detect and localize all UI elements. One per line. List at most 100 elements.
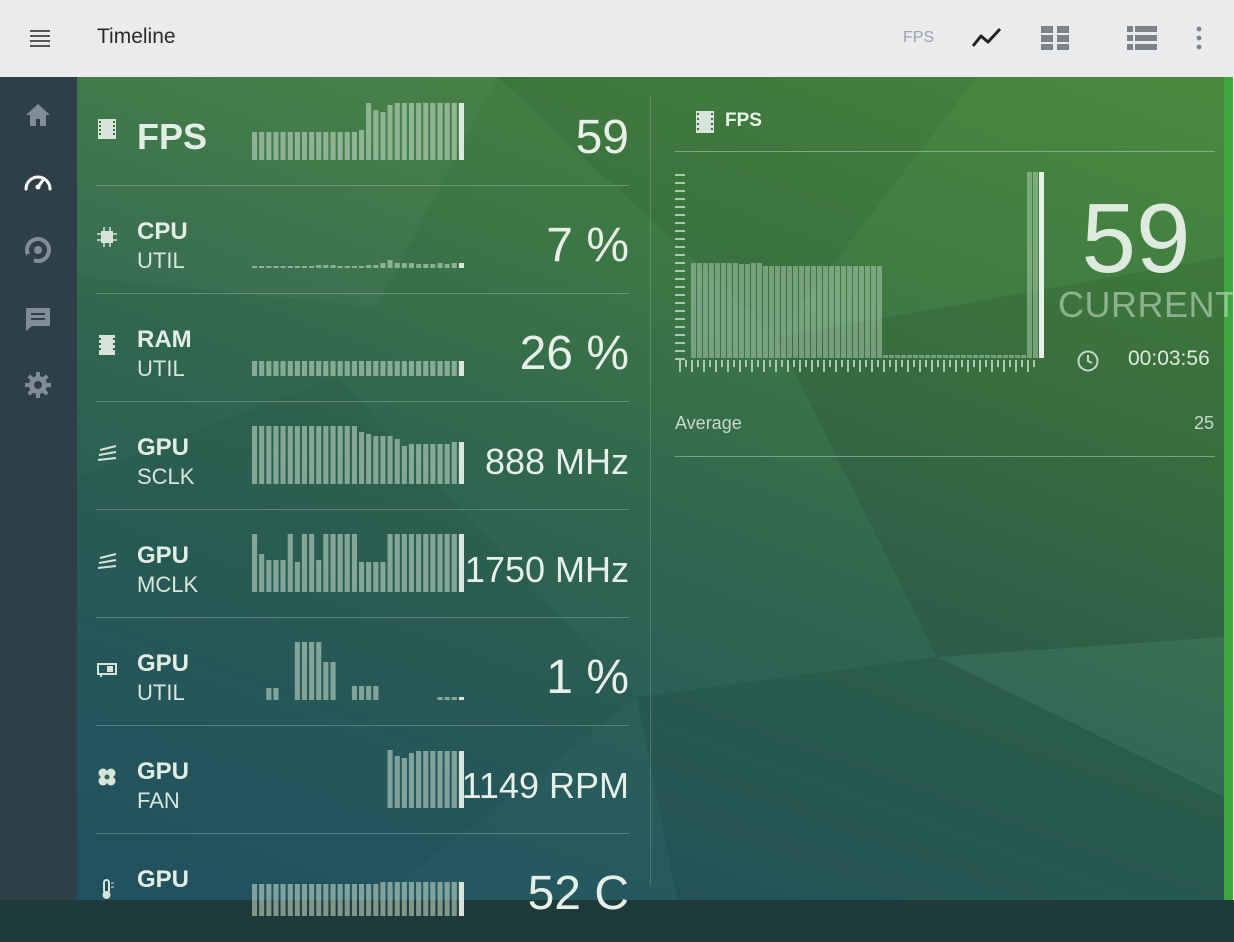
spark-bar bbox=[423, 103, 429, 160]
spark-bar bbox=[273, 688, 279, 700]
spark-bar bbox=[408, 103, 414, 160]
list-view-icon[interactable] bbox=[1126, 24, 1158, 57]
x-tick bbox=[727, 360, 729, 372]
fps-toggle-button[interactable]: FPS bbox=[903, 29, 934, 47]
spark-bar bbox=[316, 361, 322, 376]
spark-bar bbox=[337, 361, 343, 376]
metric-value: 1 % bbox=[546, 651, 629, 704]
spark-bar bbox=[351, 884, 357, 916]
x-tick bbox=[931, 360, 933, 372]
spark-bar bbox=[252, 266, 258, 268]
spark-bar bbox=[301, 426, 307, 484]
metric-row-cpu[interactable]: CPU UTIL 7 % bbox=[96, 186, 629, 294]
spark-bar bbox=[351, 361, 357, 376]
hamburger-menu-icon[interactable] bbox=[28, 26, 52, 50]
metric-sparkline bbox=[252, 103, 464, 160]
clock-icon bbox=[1076, 349, 1100, 378]
panel-divider bbox=[650, 95, 651, 885]
spark-bar bbox=[266, 884, 272, 916]
metric-row-ram[interactable]: RAM UTIL 26 % bbox=[96, 294, 629, 402]
history-bar bbox=[883, 355, 888, 358]
spark-bar bbox=[323, 265, 329, 268]
spark-bar bbox=[437, 697, 443, 700]
history-bar bbox=[769, 266, 774, 358]
metric-label: GPU bbox=[137, 542, 190, 569]
metric-row-gpu-sclk[interactable]: GPU SCLK 888 MHz bbox=[96, 402, 629, 510]
metric-value: 1750 MHz bbox=[464, 549, 629, 590]
spark-bar bbox=[380, 112, 386, 160]
spark-bar bbox=[287, 426, 293, 484]
spark-bar bbox=[351, 426, 357, 484]
x-tick bbox=[859, 360, 861, 372]
x-tick bbox=[937, 360, 939, 367]
metric-row-gpu-util[interactable]: GPU UTIL 1 % bbox=[96, 618, 629, 726]
history-bar bbox=[871, 266, 876, 358]
x-tick bbox=[709, 360, 711, 367]
history-bar bbox=[955, 355, 960, 358]
x-tick bbox=[763, 360, 765, 372]
spark-bar bbox=[380, 882, 386, 916]
spark-bar bbox=[351, 534, 357, 592]
x-tick bbox=[961, 360, 963, 367]
speedometer-icon[interactable] bbox=[22, 167, 54, 199]
metric-sublabel: UTIL bbox=[137, 680, 185, 705]
grid-view-icon[interactable] bbox=[1040, 24, 1072, 57]
x-tick bbox=[877, 360, 879, 367]
history-bar bbox=[829, 266, 834, 358]
history-bar bbox=[973, 355, 978, 358]
x-tick bbox=[1009, 360, 1011, 367]
metric-value: 888 MHz bbox=[484, 441, 629, 482]
spark-bar bbox=[387, 260, 393, 268]
metric-row-gpu-temp[interactable]: GPU 52 C bbox=[96, 834, 629, 942]
clock-waves-icon bbox=[96, 550, 118, 572]
x-tick bbox=[823, 360, 825, 372]
x-tick bbox=[997, 360, 999, 367]
x-tick bbox=[967, 360, 969, 372]
history-bar bbox=[937, 355, 942, 358]
y-tick bbox=[675, 294, 685, 296]
spark-bar bbox=[259, 884, 265, 916]
spark-bar bbox=[416, 264, 422, 268]
spark-bar bbox=[351, 266, 357, 268]
average-underline bbox=[675, 456, 1215, 457]
spark-bar bbox=[344, 534, 350, 592]
more-vert-icon[interactable] bbox=[1192, 24, 1206, 57]
message-icon[interactable] bbox=[22, 302, 54, 334]
history-bar bbox=[721, 263, 726, 358]
history-bar bbox=[961, 355, 966, 358]
top-app-bar: Timeline FPS bbox=[0, 0, 1234, 77]
metric-label: GPU bbox=[137, 758, 190, 785]
spark-bar bbox=[430, 751, 436, 808]
spark-bar bbox=[416, 444, 422, 484]
spark-bar bbox=[280, 132, 286, 160]
spark-bar bbox=[387, 882, 393, 916]
y-tick bbox=[675, 262, 685, 264]
spark-bar bbox=[316, 642, 322, 700]
home-icon[interactable] bbox=[22, 99, 54, 131]
x-tick bbox=[979, 360, 981, 372]
history-bar bbox=[979, 355, 984, 358]
metric-row-gpu-fan[interactable]: GPU FAN 1149 RPM bbox=[96, 726, 629, 834]
spark-bar bbox=[387, 361, 393, 376]
line-chart-icon[interactable] bbox=[971, 24, 1003, 57]
spark-bar bbox=[458, 361, 464, 376]
x-tick bbox=[889, 360, 891, 367]
metric-row-fps[interactable]: FPS 59 bbox=[96, 78, 629, 186]
spark-bar bbox=[437, 103, 443, 160]
x-tick bbox=[1027, 360, 1029, 372]
x-tick bbox=[919, 360, 921, 372]
spark-bar bbox=[316, 426, 322, 484]
history-bar bbox=[931, 355, 936, 358]
metric-row-gpu-mclk[interactable]: GPU MCLK 1750 MHz bbox=[96, 510, 629, 618]
spark-bar bbox=[309, 534, 315, 592]
spark-bar bbox=[259, 266, 265, 268]
settings-icon[interactable] bbox=[22, 369, 54, 401]
y-tick bbox=[675, 182, 685, 184]
spark-bar bbox=[294, 562, 300, 592]
spark-bar bbox=[337, 534, 343, 592]
chart-pie-icon[interactable] bbox=[22, 234, 54, 266]
spark-bar bbox=[337, 132, 343, 160]
spark-bar bbox=[259, 361, 265, 376]
spark-bar bbox=[430, 882, 436, 916]
spark-bar bbox=[330, 361, 336, 376]
